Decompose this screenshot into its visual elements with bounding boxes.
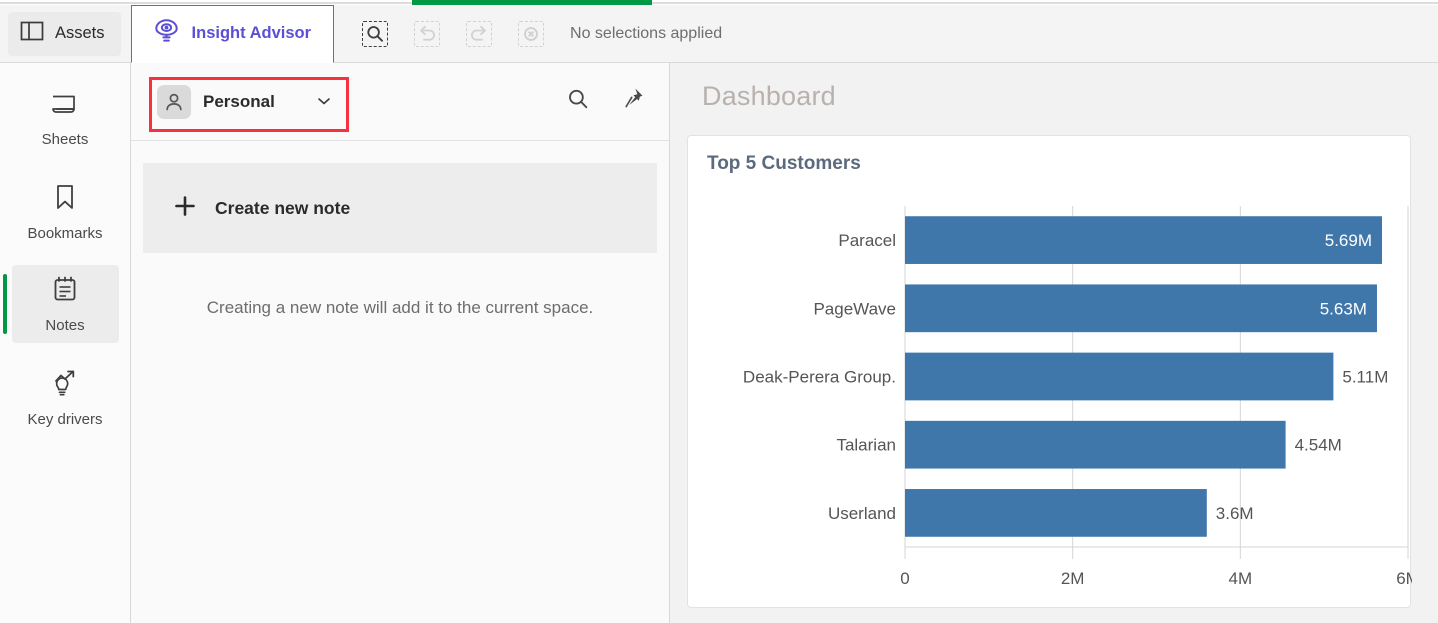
notes-icon bbox=[52, 275, 78, 308]
qlik-app-window: Assets Insight Advisor bbox=[0, 0, 1438, 623]
bar bbox=[905, 353, 1333, 401]
sidebar-item-key-drivers[interactable]: Key drivers bbox=[12, 359, 119, 437]
panel-layout-icon bbox=[20, 20, 44, 47]
tab-insight-advisor-label: Insight Advisor bbox=[192, 24, 311, 43]
dashboard-area: Dashboard Top 5 Customers Paracel5.69MPa… bbox=[670, 63, 1438, 623]
page-title: Dashboard bbox=[702, 81, 1438, 112]
bar-chart-svg: Paracel 5.69M PageWave 5.63M Deak-Perera Gro… bbox=[688, 192, 1412, 602]
bar-category-label: Talarian bbox=[836, 436, 896, 455]
clear-selections-icon[interactable] bbox=[518, 21, 544, 47]
plus-icon bbox=[173, 194, 197, 223]
chart-title: Top 5 Customers bbox=[707, 153, 1410, 175]
sidebar-item-sheets[interactable]: Sheets bbox=[12, 81, 119, 159]
assets-button[interactable]: Assets bbox=[8, 12, 121, 56]
bar-value-label: 3.6M bbox=[1216, 504, 1254, 523]
sidebar-item-notes[interactable]: Notes bbox=[12, 265, 119, 343]
bar-category-label: Deak-Perera Group. bbox=[743, 368, 896, 387]
bar-category-label: PageWave bbox=[813, 299, 896, 318]
x-axis-tick-label: 2M bbox=[1061, 569, 1085, 588]
sidebar-item-label: Bookmarks bbox=[27, 225, 102, 242]
toolbar-actions bbox=[362, 21, 544, 47]
pin-icon[interactable] bbox=[621, 86, 645, 117]
search-icon[interactable] bbox=[565, 86, 591, 117]
progress-track-right bbox=[652, 2, 1438, 4]
notes-panel-header: Personal bbox=[131, 63, 669, 141]
x-axis-tick-label: 0 bbox=[900, 569, 909, 588]
space-selector-dropdown[interactable]: Personal bbox=[151, 79, 339, 125]
notes-empty-hint: Creating a new note will add it to the c… bbox=[131, 298, 669, 318]
bar-value-label: 5.11M bbox=[1342, 368, 1388, 387]
bar-value-label: 5.63M bbox=[1320, 299, 1367, 318]
left-navigation-rail: Sheets Bookmarks bbox=[0, 63, 131, 623]
create-new-note-label: Create new note bbox=[215, 198, 350, 219]
sidebar-item-label: Notes bbox=[45, 317, 84, 334]
bar-chart-plot[interactable]: Paracel 5.69M PageWave 5.63M Deak-Perera Gro… bbox=[688, 192, 1412, 602]
tab-insight-advisor[interactable]: Insight Advisor bbox=[131, 5, 334, 63]
bar bbox=[905, 421, 1286, 469]
smart-search-icon[interactable] bbox=[362, 21, 388, 47]
bookmark-icon bbox=[53, 183, 77, 216]
sheets-icon bbox=[50, 93, 80, 122]
top-toolbar: Assets Insight Advisor bbox=[0, 5, 1438, 63]
x-axis-tick-label: 4M bbox=[1229, 569, 1253, 588]
sidebar-item-bookmarks[interactable]: Bookmarks bbox=[12, 173, 119, 251]
sidebar-item-label: Sheets bbox=[42, 131, 89, 148]
redo-icon[interactable] bbox=[466, 21, 492, 47]
bar bbox=[905, 216, 1382, 264]
key-drivers-icon bbox=[50, 369, 80, 402]
bar-value-label: 4.54M bbox=[1295, 436, 1342, 455]
bar-value-label: 5.69M bbox=[1325, 231, 1372, 250]
lightbulb-eye-icon bbox=[154, 18, 179, 50]
create-new-note-button[interactable]: Create new note bbox=[143, 163, 657, 253]
notes-header-actions bbox=[565, 86, 645, 117]
bar bbox=[905, 489, 1207, 537]
sidebar-item-label: Key drivers bbox=[27, 411, 102, 428]
chevron-down-icon bbox=[317, 93, 331, 111]
selection-status-text: No selections applied bbox=[570, 25, 722, 43]
assets-button-label: Assets bbox=[55, 24, 105, 43]
notes-panel: Personal bbox=[131, 63, 670, 623]
chart-card-top-5-customers[interactable]: Top 5 Customers Paracel 5.69M PageWave 5.63… bbox=[687, 135, 1411, 608]
x-axis-tick-label: 6M bbox=[1396, 569, 1412, 588]
space-selector-value: Personal bbox=[203, 92, 275, 112]
person-icon bbox=[157, 85, 191, 119]
undo-icon[interactable] bbox=[414, 21, 440, 47]
bar-category-label: Userland bbox=[828, 504, 896, 523]
bar bbox=[905, 284, 1377, 332]
bar-category-label: Paracel bbox=[838, 231, 896, 250]
